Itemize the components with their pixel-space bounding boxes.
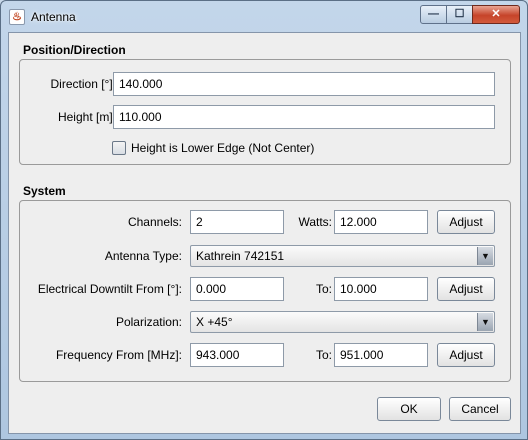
system-group: Channels: 2 Watts: 12.000 Adjust Antenna… (19, 200, 511, 382)
lower-edge-checkbox[interactable] (112, 141, 126, 155)
height-input[interactable]: 110.000 (113, 105, 495, 129)
downtilt-adjust-button[interactable]: Adjust (437, 277, 495, 301)
height-label: Height [m]: (57, 110, 116, 124)
downtilt-to-input[interactable]: 10.000 (334, 277, 428, 301)
chevron-down-icon[interactable]: ▼ (477, 313, 493, 331)
polarization-label: Polarization: (115, 315, 182, 329)
polarization-value: X +45° (196, 315, 233, 329)
antenna-type-label: Antenna Type: (104, 249, 182, 263)
watts-input[interactable]: 12.000 (334, 210, 428, 234)
position-section-title: Position/Direction (23, 43, 126, 57)
antenna-type-dropdown[interactable]: Kathrein 742151 ▼ (190, 245, 495, 267)
channels-input[interactable]: 2 (190, 210, 284, 234)
frequency-to-label: To: (315, 348, 332, 362)
window-title: Antenna (31, 10, 76, 24)
maximize-button[interactable]: ☐ (446, 5, 473, 24)
frequency-from-label: Frequency From [MHz]: (55, 348, 182, 362)
direction-label: Direction [°]: (50, 77, 116, 91)
lower-edge-label[interactable]: Height is Lower Edge (Not Center) (131, 141, 314, 155)
ok-button[interactable]: OK (377, 397, 441, 421)
channels-label: Channels: (127, 215, 182, 229)
java-cup-icon: ♨ (9, 9, 25, 25)
antenna-dialog-window: ♨ Antenna — ☐ ✕ Position/Direction Direc… (0, 0, 528, 440)
title-bar[interactable]: ♨ Antenna — ☐ ✕ (1, 1, 527, 31)
downtilt-from-label: Electrical Downtilt From [°]: (37, 282, 182, 296)
frequency-from-input[interactable]: 943.000 (190, 343, 284, 367)
watts-adjust-button[interactable]: Adjust (437, 210, 495, 234)
direction-input[interactable]: 140.000 (113, 72, 495, 96)
frequency-to-input[interactable]: 951.000 (334, 343, 428, 367)
antenna-type-value: Kathrein 742151 (196, 249, 285, 263)
cancel-button[interactable]: Cancel (449, 397, 511, 421)
dialog-content: Position/Direction Direction [°]: 140.00… (8, 32, 521, 434)
system-section-title: System (23, 184, 66, 198)
position-group: Direction [°]: 140.000 Height [m]: 110.0… (19, 59, 511, 165)
watts-label: Watts: (298, 215, 332, 229)
downtilt-from-input[interactable]: 0.000 (190, 277, 284, 301)
polarization-dropdown[interactable]: X +45° ▼ (190, 311, 495, 333)
frequency-adjust-button[interactable]: Adjust (437, 343, 495, 367)
minimize-button[interactable]: — (420, 5, 447, 24)
chevron-down-icon[interactable]: ▼ (477, 247, 493, 265)
downtilt-to-label: To: (315, 282, 332, 296)
close-button[interactable]: ✕ (472, 5, 520, 24)
